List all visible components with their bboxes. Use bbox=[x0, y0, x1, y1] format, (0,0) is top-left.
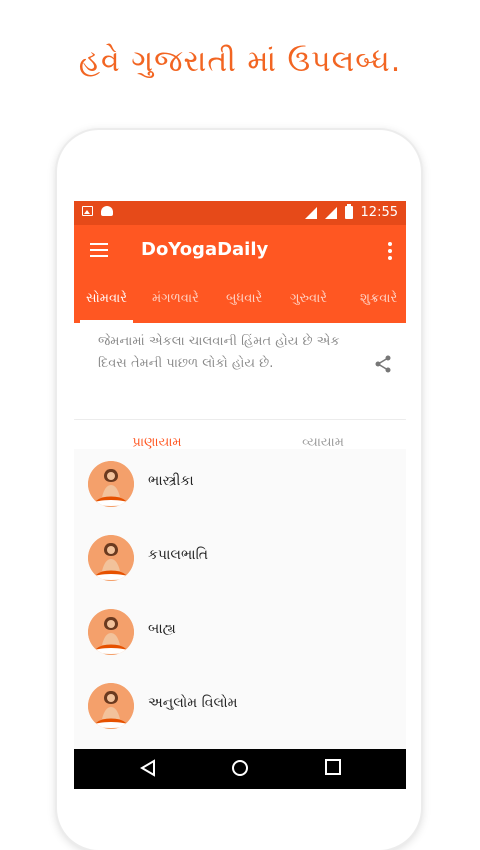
more-options-icon[interactable] bbox=[388, 242, 392, 263]
quote-text: જેમનામાં એકલા ચાલવાની હિંમત હોય છે એક દિ… bbox=[98, 334, 340, 371]
day-tabs: સોમવારે મંગળવારે બુધવારે ગુરુવારે શુક્રવ… bbox=[74, 277, 406, 323]
list-item[interactable]: ભાસ્ત્રીકા bbox=[74, 449, 406, 523]
list-item-label: બાહ્ય bbox=[148, 621, 176, 637]
app-title: DoYogaDaily bbox=[141, 239, 269, 260]
tab-wednesday[interactable]: બુધવારે bbox=[226, 277, 262, 323]
exercise-list: ભાસ્ત્રીકા કપાલભાતિ બાહ્ય અનુલોમ વિલોમ bbox=[74, 449, 406, 749]
app-screen: 12:55 DoYogaDaily સોમવારે મંગળવારે બુધવા… bbox=[74, 201, 406, 789]
list-item[interactable]: અનુલોમ વિલોમ bbox=[74, 671, 406, 745]
image-notification-icon bbox=[82, 206, 93, 216]
menu-icon[interactable] bbox=[90, 243, 108, 257]
android-notification-icon bbox=[101, 206, 113, 216]
quote-card: જેમનામાં એકલા ચાલવાની હિંમત હોય છે એક દિ… bbox=[74, 323, 406, 420]
tab-monday[interactable]: સોમવારે bbox=[80, 277, 133, 323]
yoga-pose-icon bbox=[88, 535, 134, 581]
recents-icon[interactable] bbox=[325, 759, 341, 775]
yoga-pose-icon bbox=[88, 683, 134, 729]
promo-headline: હવે ગુજરાતી માં ઉપલબ્ધ. bbox=[78, 44, 402, 79]
list-item[interactable]: બાહ્ય bbox=[74, 597, 406, 671]
tab-thursday[interactable]: ગુરુવારે bbox=[290, 277, 327, 323]
status-bar: 12:55 bbox=[74, 201, 406, 225]
signal-icon bbox=[324, 206, 337, 219]
tab-friday[interactable]: શુક્રવારે bbox=[360, 277, 397, 323]
app-bar: DoYogaDaily bbox=[74, 225, 406, 277]
wifi-icon bbox=[304, 206, 317, 219]
list-item-label: અનુલોમ વિલોમ bbox=[148, 695, 238, 711]
yoga-pose-icon bbox=[88, 461, 134, 507]
system-nav-bar bbox=[74, 749, 406, 789]
back-icon[interactable] bbox=[140, 759, 156, 777]
list-item-label: કપાલભાતિ bbox=[148, 547, 209, 563]
battery-icon bbox=[344, 204, 353, 219]
list-item[interactable]: કપાલભાતિ bbox=[74, 523, 406, 597]
tab-tuesday[interactable]: મંગળવારે bbox=[152, 277, 199, 323]
yoga-pose-icon bbox=[88, 609, 134, 655]
share-icon[interactable] bbox=[374, 355, 392, 373]
list-item-label: ભાસ્ત્રીકા bbox=[148, 473, 194, 489]
status-time: 12:55 bbox=[360, 205, 398, 220]
home-icon[interactable] bbox=[231, 759, 249, 777]
